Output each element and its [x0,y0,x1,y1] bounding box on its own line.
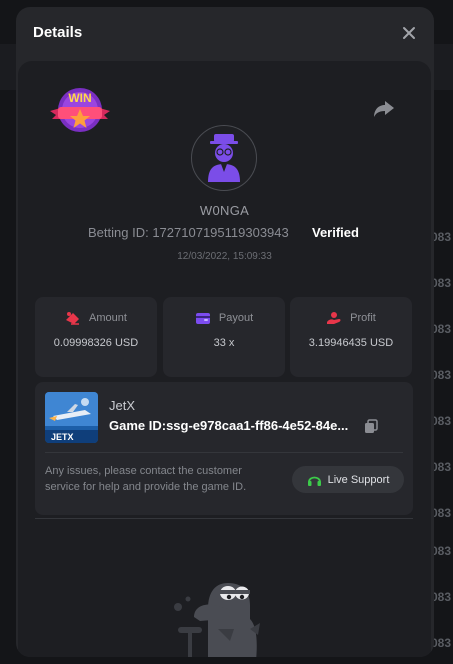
game-id-label: Game ID: [109,418,167,433]
divider [35,518,413,519]
share-button[interactable] [373,99,395,119]
verified-badge: Verified [312,225,359,240]
game-info-card: JETX JetX Game ID:ssg-e978caa1-ff86-4e52… [35,382,413,515]
background-value: 083 [431,276,452,290]
background-value: 083 [431,368,452,382]
background-value: 083 [431,414,452,428]
stat-label: Amount [89,312,127,324]
copy-button[interactable] [364,419,378,434]
background-value: 083 [431,590,452,604]
support-text: Any issues, please contact the customer … [45,465,247,493]
svg-text:JETX: JETX [51,432,74,442]
betting-id-value: 1727107195119303943 [152,225,289,240]
close-button[interactable] [400,24,418,42]
username: W0NGA [199,203,250,218]
background-value: 083 [431,636,452,650]
modal-title: Details [33,24,83,41]
background-value: 083 [431,230,452,244]
game-id: Game ID:ssg-e978caa1-ff86-4e52-84e... [109,418,357,433]
headset-icon [307,476,321,486]
dino-mascot-icon [174,583,260,657]
game-id-value: ssg-e978caa1-ff86-4e52-84e... [166,418,349,433]
live-support-label: Live Support [327,473,390,486]
betting-id: Betting ID: 1727107195119303943 [88,225,289,240]
details-modal: Details WIN W0NGA Betting ID: 1727107195… [16,7,434,657]
betting-id-label: Betting ID: [88,225,149,240]
profit-icon [327,312,341,324]
stat-label: Profit [350,312,376,324]
divider [45,452,403,453]
win-badge-icon: WIN [50,88,110,132]
stat-card-profit: Profit 3.19946435 USD [290,297,412,377]
game-thumbnail[interactable]: JETX [45,392,98,443]
dino-mascot-illustration [158,569,268,657]
bet-timestamp: 12/03/2022, 15:09:33 [177,251,272,262]
avatar-icon [208,134,240,182]
copy-icon [365,419,378,433]
svg-text:WIN: WIN [68,91,91,105]
stat-value: 3.19946435 USD [308,337,394,349]
share-icon [374,101,394,117]
stat-label: Payout [218,312,254,324]
game-name: JetX [109,398,136,413]
background-value: 083 [431,506,452,520]
bet-detail-panel: WIN W0NGA Betting ID: 172710719511930394… [18,61,431,657]
stat-value: 0.09998326 USD [53,337,139,349]
amount-icon [66,312,80,325]
live-support-button[interactable]: Live Support [292,466,404,493]
stat-card-amount: Amount 0.09998326 USD [35,297,157,377]
win-badge: WIN [48,85,112,137]
wallet-icon [195,313,210,324]
modal-header: Details [16,7,434,59]
stat-value: 33 x [213,337,235,349]
avatar [191,125,257,191]
close-icon [403,27,415,39]
background-value: 083 [431,544,452,558]
background-value: 083 [431,322,452,336]
background-value: 083 [431,460,452,474]
jetx-thumbnail-icon: JETX [45,392,98,443]
stat-card-payout: Payout 33 x [163,297,285,377]
